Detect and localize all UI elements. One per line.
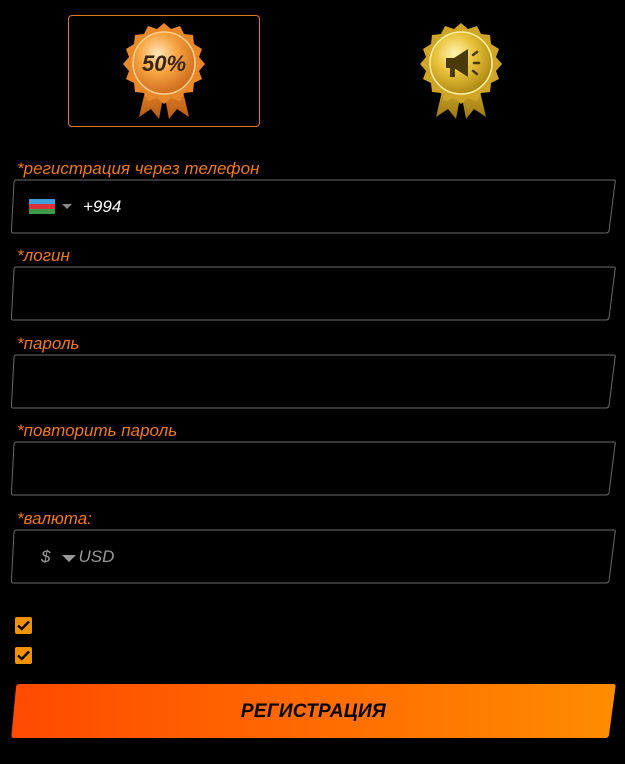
bonus-badge-text: 50% (142, 51, 186, 76)
country-code-select[interactable] (29, 179, 72, 234)
phone-label: *регистрация через телефон (17, 159, 260, 178)
phone-code[interactable]: +994 (83, 179, 121, 234)
register-button-label: РЕГИСТРАЦИЯ (240, 701, 387, 722)
currency-symbol: $ (41, 546, 51, 566)
password-label: *пароль (17, 334, 80, 353)
checkmark-icon (17, 650, 30, 661)
agreement-checkbox-2[interactable] (15, 647, 32, 664)
login-label: *логин (17, 246, 70, 265)
currency-value: USD (78, 546, 115, 566)
agreement-checkbox-1[interactable] (15, 617, 32, 634)
currency-label: *валюта: (17, 509, 92, 528)
currency-field[interactable]: $ USD (11, 529, 616, 584)
bonus-card-50-percent[interactable]: 50% (68, 15, 260, 127)
megaphone-medal-icon (420, 23, 502, 119)
bonus-card-promo[interactable] (365, 15, 557, 127)
login-input[interactable] (27, 266, 600, 321)
phone-field[interactable]: +994 (11, 179, 616, 234)
medal-50-percent-icon: 50% (123, 23, 205, 119)
currency-select[interactable]: $ USD (41, 529, 114, 584)
login-field[interactable] (11, 266, 616, 321)
password-field[interactable] (11, 354, 616, 409)
repeat-password-field[interactable] (11, 441, 616, 496)
chevron-down-icon (62, 204, 72, 209)
checkmark-icon (17, 620, 30, 631)
repeat-password-input[interactable] (27, 441, 600, 496)
repeat-password-label: *повторить пароль (17, 421, 178, 440)
chevron-down-icon (62, 554, 77, 562)
register-button[interactable]: РЕГИСТРАЦИЯ (11, 684, 616, 739)
azerbaijan-flag-icon (29, 199, 55, 214)
password-input[interactable] (27, 354, 600, 409)
